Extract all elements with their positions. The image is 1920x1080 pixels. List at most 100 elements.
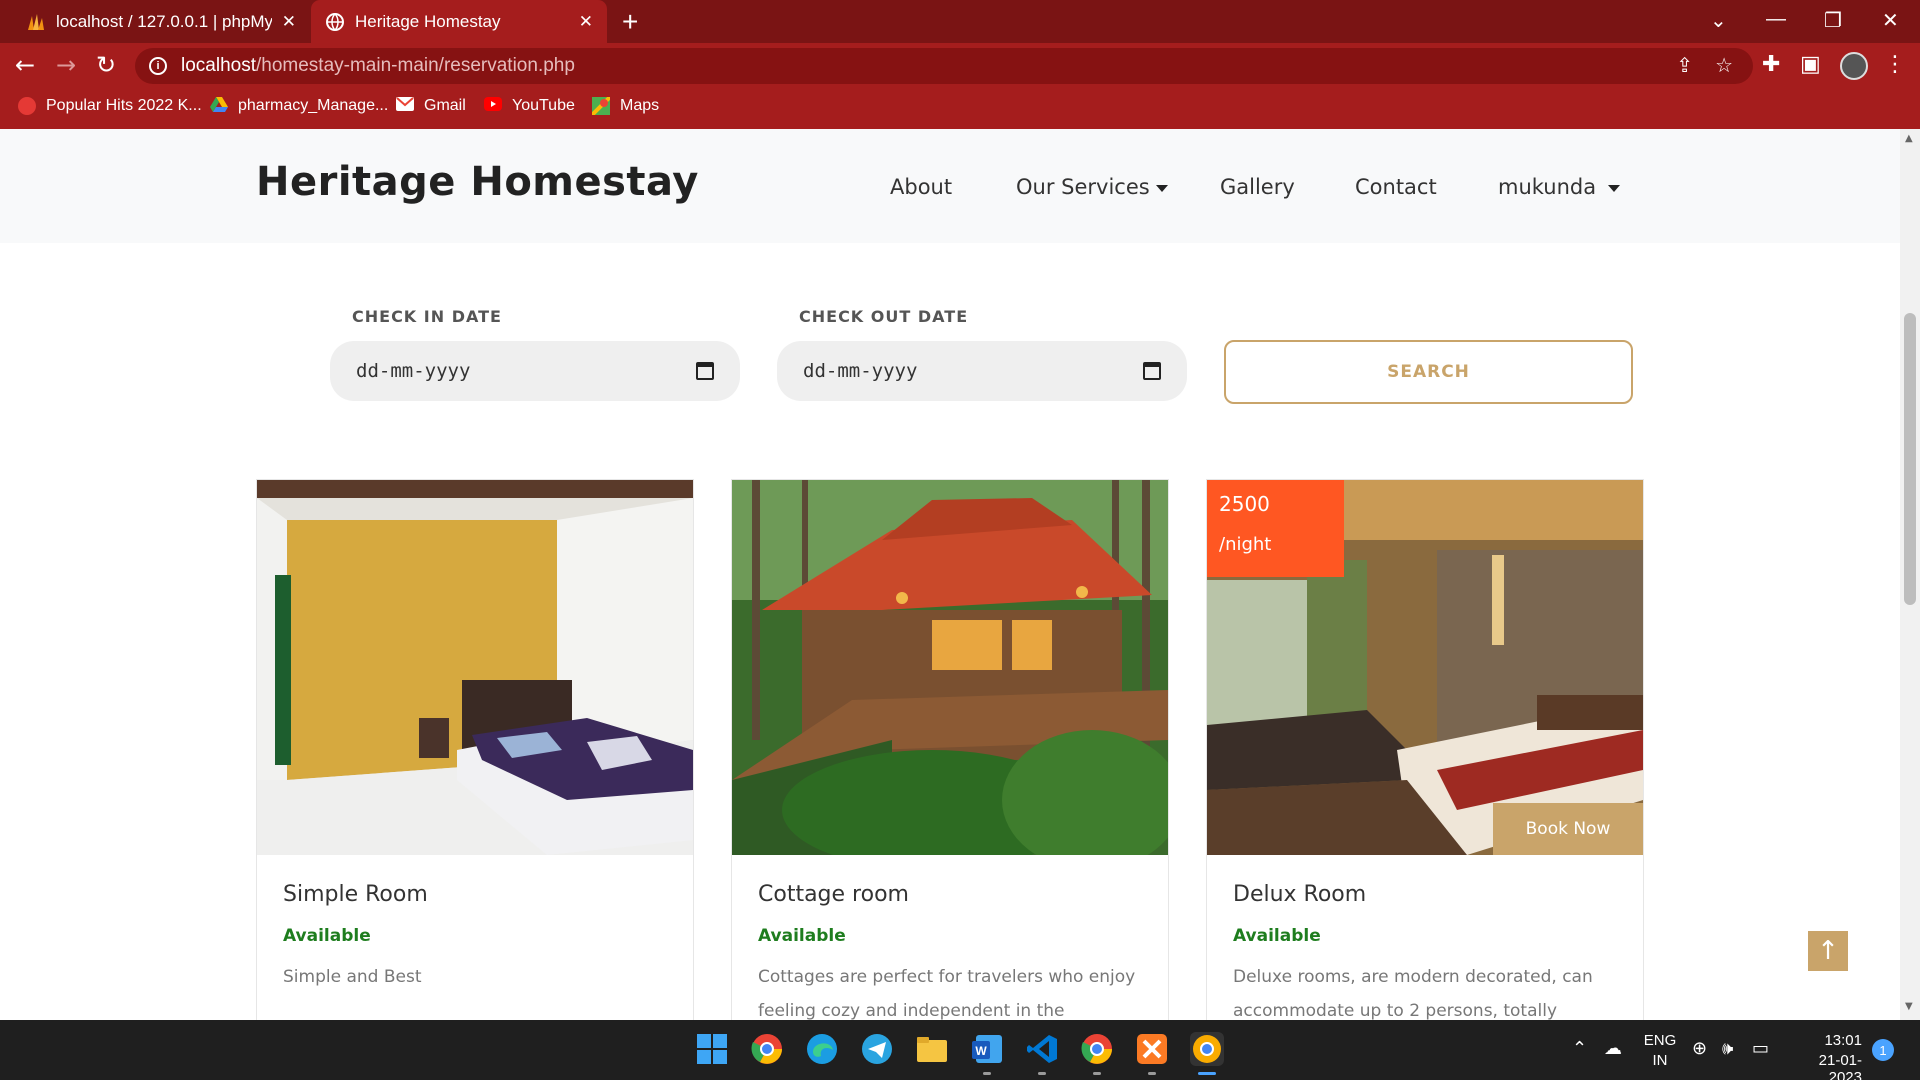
- word-icon[interactable]: W: [970, 1032, 1004, 1066]
- scroll-down-arrow-icon[interactable]: ▼: [1905, 1001, 1913, 1012]
- page-scrollbar[interactable]: ▲ ▼: [1900, 129, 1920, 1020]
- close-window-icon[interactable]: ✕: [1882, 8, 1899, 33]
- maps-icon: [590, 95, 612, 117]
- site-info-icon[interactable]: i: [149, 57, 167, 75]
- calendar-icon[interactable]: [696, 362, 714, 380]
- file-explorer-icon[interactable]: [915, 1032, 949, 1066]
- chevron-up-icon[interactable]: ⌃: [1572, 1038, 1587, 1059]
- running-indicator: [983, 1072, 991, 1075]
- bookmark-maps[interactable]: Maps: [590, 95, 660, 117]
- room-status: Available: [758, 926, 846, 946]
- tab-search-chevron-icon[interactable]: ⌄: [1710, 8, 1727, 33]
- user-name: mukunda: [1498, 175, 1597, 199]
- bookmark-gmail[interactable]: Gmail: [396, 97, 466, 115]
- back-icon[interactable]: ←: [15, 51, 35, 79]
- room-card-delux: 2500 /night Book Now Delux Room Availabl…: [1206, 479, 1644, 1020]
- room-name[interactable]: Cottage room: [758, 882, 909, 907]
- check-in-label: CHECK IN DATE: [352, 307, 502, 326]
- phpmyadmin-icon: [26, 12, 46, 32]
- address-bar[interactable]: i localhost/homestay-main-main/reservati…: [135, 48, 1753, 84]
- vscode-icon[interactable]: [1025, 1032, 1059, 1066]
- nav-our-services[interactable]: Our Services: [1016, 175, 1168, 199]
- back-to-top-button[interactable]: ↑: [1808, 931, 1848, 971]
- site-brand[interactable]: Heritage Homestay: [256, 159, 699, 205]
- url-host: localhost: [181, 55, 256, 76]
- bookmark-pharmacy[interactable]: pharmacy_Manage...: [210, 97, 388, 115]
- reload-icon[interactable]: ↻: [96, 51, 116, 79]
- close-tab-icon[interactable]: ✕: [579, 12, 593, 32]
- cottage-photo[interactable]: [732, 480, 1168, 855]
- running-indicator: [1148, 1072, 1156, 1075]
- room-name[interactable]: Delux Room: [1233, 882, 1366, 907]
- language-indicator[interactable]: ENG: [1640, 1032, 1680, 1049]
- search-button[interactable]: SEARCH: [1224, 340, 1633, 404]
- nav-about[interactable]: About: [890, 175, 952, 199]
- bedroom-photo[interactable]: [257, 480, 693, 855]
- bookmarks-bar: Popular Hits 2022 K... pharmacy_Manage..…: [0, 89, 1920, 129]
- music-icon: [18, 97, 36, 115]
- tab-phpmyadmin[interactable]: localhost / 127.0.0.1 | phpMyAdmin ✕: [12, 0, 310, 43]
- nav-contact[interactable]: Contact: [1355, 175, 1437, 199]
- room-description: Deluxe rooms, are modern decorated, can …: [1233, 967, 1593, 1020]
- calendar-icon[interactable]: [1143, 362, 1161, 380]
- minimize-icon[interactable]: —: [1766, 8, 1786, 31]
- check-out-date-input[interactable]: dd-mm-yyyy: [777, 341, 1187, 401]
- running-indicator: [1038, 1072, 1046, 1075]
- bookmark-label: Maps: [620, 97, 660, 114]
- clock-time[interactable]: 13:01: [1786, 1032, 1862, 1049]
- windows-start-icon[interactable]: [695, 1032, 729, 1066]
- svg-text:W: W: [975, 1044, 987, 1058]
- restore-icon[interactable]: ❐: [1824, 8, 1842, 33]
- bookmark-popular-hits[interactable]: Popular Hits 2022 K...: [18, 97, 202, 115]
- network-globe-icon[interactable]: ⊕: [1692, 1038, 1707, 1059]
- url-path: /homestay-main-main/reservation.php: [256, 55, 575, 76]
- bookmark-star-icon[interactable]: ☆: [1715, 53, 1733, 78]
- close-tab-icon[interactable]: ✕: [282, 12, 296, 32]
- youtube-icon: [484, 97, 502, 115]
- nav-label: Our Services: [1016, 175, 1150, 199]
- tab-heritage-homestay[interactable]: Heritage Homestay ✕: [311, 0, 607, 43]
- side-panel-icon[interactable]: ▣: [1800, 52, 1821, 77]
- battery-icon[interactable]: ▭: [1752, 1038, 1769, 1059]
- volume-icon[interactable]: 🕪: [1722, 1038, 1733, 1059]
- bookmark-youtube[interactable]: YouTube: [484, 97, 575, 115]
- room-name[interactable]: Simple Room: [283, 882, 428, 907]
- share-icon[interactable]: ⇪: [1676, 53, 1693, 78]
- room-description: Cottages are perfect for travelers who e…: [758, 967, 1136, 1020]
- nav-gallery[interactable]: Gallery: [1220, 175, 1295, 199]
- scroll-thumb[interactable]: [1904, 313, 1916, 605]
- profile-avatar[interactable]: [1840, 52, 1868, 80]
- chrome-canary-icon[interactable]: [1190, 1032, 1224, 1066]
- site-navbar: Heritage Homestay About Our Services Gal…: [0, 129, 1900, 243]
- clock-date[interactable]: 21-01-2023: [1786, 1052, 1862, 1080]
- new-tab-icon[interactable]: +: [622, 6, 638, 38]
- tab-title: localhost / 127.0.0.1 | phpMyAdmin: [56, 11, 272, 31]
- xampp-icon[interactable]: [1135, 1032, 1169, 1066]
- room-status: Available: [1233, 926, 1321, 946]
- notification-badge[interactable]: 1: [1872, 1039, 1894, 1061]
- tab-title: Heritage Homestay: [355, 11, 501, 31]
- book-now-button[interactable]: Book Now: [1493, 803, 1643, 855]
- bookmark-label: YouTube: [512, 97, 575, 114]
- chrome-icon[interactable]: [750, 1032, 784, 1066]
- extensions-icon[interactable]: ✚: [1762, 52, 1780, 77]
- caret-down-icon: [1155, 184, 1168, 192]
- menu-kebab-icon[interactable]: ⋮: [1884, 52, 1906, 77]
- chrome-icon[interactable]: [1080, 1032, 1114, 1066]
- forward-icon[interactable]: →: [56, 51, 76, 79]
- room-card-simple: Simple Room Available Simple and Best: [256, 479, 694, 1020]
- gmail-icon: [396, 97, 414, 115]
- language-region: IN: [1652, 1052, 1668, 1069]
- cloud-sync-icon[interactable]: ☁: [1604, 1038, 1622, 1059]
- scroll-up-arrow-icon[interactable]: ▲: [1905, 133, 1913, 144]
- check-in-date-input[interactable]: dd-mm-yyyy: [330, 341, 740, 401]
- price-badge: 2500 /night: [1207, 480, 1344, 577]
- google-drive-icon: [210, 97, 228, 115]
- edge-icon[interactable]: [805, 1032, 839, 1066]
- telegram-icon[interactable]: [860, 1032, 894, 1066]
- nav-user-menu[interactable]: mukunda: [1498, 175, 1621, 199]
- page-viewport: Heritage Homestay About Our Services Gal…: [0, 129, 1900, 1020]
- language-line1: ENG: [1643, 1032, 1677, 1049]
- globe-icon: [325, 12, 345, 32]
- room-description: Simple and Best: [283, 967, 422, 987]
